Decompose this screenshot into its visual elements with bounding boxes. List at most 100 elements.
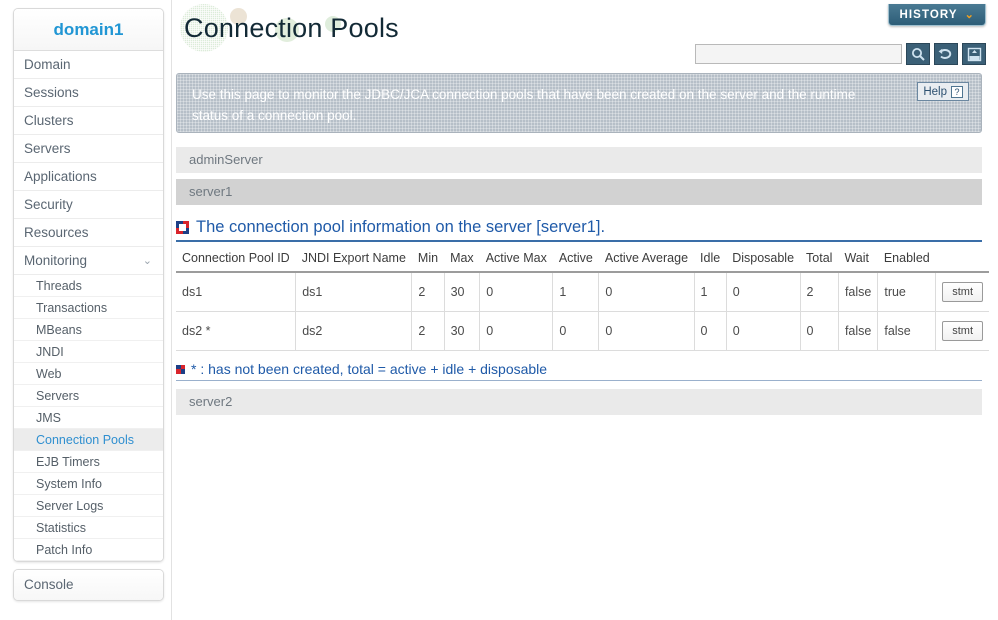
main-content: Connection Pools HISTORY ⌄ Use this page… bbox=[172, 0, 998, 620]
column-header-connection-pool-id: Connection Pool ID bbox=[176, 249, 296, 273]
sidebar-item-patch-info[interactable]: Patch Info bbox=[14, 539, 163, 561]
history-button-label: HISTORY bbox=[899, 8, 958, 21]
search-button[interactable] bbox=[906, 43, 930, 65]
refresh-icon bbox=[938, 48, 952, 59]
sidebar: domain1 Domain Sessions Clusters Servers… bbox=[0, 0, 172, 620]
square-marker-small-icon bbox=[176, 364, 185, 374]
sidebar-item-server-logs[interactable]: Server Logs bbox=[14, 495, 163, 517]
cell-jndi-export-name: ds1 bbox=[295, 272, 413, 312]
xml-export-button[interactable] bbox=[962, 43, 986, 65]
xml-export-icon bbox=[967, 47, 981, 61]
server-row-server1[interactable]: server1 bbox=[176, 179, 982, 205]
info-banner-text: Use this page to monitor the JDBC/JCA co… bbox=[192, 87, 856, 123]
brand-domain-label: domain1 bbox=[14, 9, 163, 51]
sidebar-item-security[interactable]: Security bbox=[14, 191, 163, 219]
cell-active-max: 0 bbox=[479, 311, 554, 351]
cell-disposable: 0 bbox=[726, 272, 801, 312]
sidebar-nav-card: domain1 Domain Sessions Clusters Servers… bbox=[13, 8, 164, 562]
cell-idle: 1 bbox=[694, 272, 727, 312]
sidebar-item-monitoring[interactable]: Monitoring ⌄ bbox=[14, 247, 163, 275]
sidebar-subitem-label: Threads bbox=[36, 279, 82, 293]
cell-active: 1 bbox=[552, 272, 600, 312]
sidebar-item-label: Domain bbox=[24, 57, 71, 72]
column-header-idle: Idle bbox=[694, 249, 727, 273]
cell-connection-pool-id: ds1 bbox=[176, 272, 297, 312]
server-row-server2[interactable]: server2 bbox=[176, 389, 982, 415]
cell-actions: stmt bbox=[935, 311, 989, 351]
page-header: Connection Pools HISTORY ⌄ bbox=[172, 0, 998, 70]
cell-disposable: 0 bbox=[726, 311, 801, 351]
sidebar-item-transactions[interactable]: Transactions bbox=[14, 297, 163, 319]
cell-active-max: 0 bbox=[479, 272, 554, 312]
column-header-active-average: Active Average bbox=[598, 249, 695, 273]
search-icon bbox=[911, 47, 925, 61]
sidebar-subitem-label: Statistics bbox=[36, 521, 87, 535]
chevron-down-icon: ⌄ bbox=[142, 255, 152, 267]
sidebar-item-servers[interactable]: Servers bbox=[14, 135, 163, 163]
sidebar-item-mbeans[interactable]: MBeans bbox=[14, 319, 163, 341]
cell-active-average: 0 bbox=[598, 272, 695, 312]
sidebar-item-sessions[interactable]: Sessions bbox=[14, 79, 163, 107]
column-header-enabled: Enabled bbox=[877, 249, 936, 273]
cell-total: 0 bbox=[800, 311, 839, 351]
table-body: ds1 ds1 2 30 0 1 0 1 0 2 false true stmt bbox=[176, 272, 989, 351]
cell-idle: 0 bbox=[694, 311, 727, 351]
page-title: Connection Pools bbox=[184, 13, 399, 43]
cell-actions: stmt bbox=[935, 272, 989, 312]
sidebar-subitem-label: JMS bbox=[36, 411, 61, 425]
sidebar-item-connection-pools[interactable]: Connection Pools bbox=[14, 429, 163, 451]
sidebar-item-statistics[interactable]: Statistics bbox=[14, 517, 163, 539]
sidebar-item-ejb-timers[interactable]: EJB Timers bbox=[14, 451, 163, 473]
refresh-button[interactable] bbox=[934, 43, 958, 65]
sidebar-subitem-label: Web bbox=[36, 367, 62, 381]
sidebar-item-monitoring-servers[interactable]: Servers bbox=[14, 385, 163, 407]
sidebar-item-jndi[interactable]: JNDI bbox=[14, 341, 163, 363]
sidebar-subitem-label: MBeans bbox=[36, 323, 82, 337]
sidebar-item-clusters[interactable]: Clusters bbox=[14, 107, 163, 135]
sidebar-subitem-label: Servers bbox=[36, 389, 80, 403]
server-name-label: server2 bbox=[189, 394, 233, 409]
sidebar-item-web[interactable]: Web bbox=[14, 363, 163, 385]
sidebar-item-threads[interactable]: Threads bbox=[14, 275, 163, 297]
stmt-button[interactable]: stmt bbox=[942, 321, 983, 341]
search-toolbar bbox=[695, 43, 986, 65]
column-header-max: Max bbox=[444, 249, 480, 273]
server-name-label: server1 bbox=[189, 184, 233, 199]
column-header-actions bbox=[935, 249, 989, 273]
column-header-min: Min bbox=[411, 249, 445, 273]
sidebar-subitem-label: Connection Pools bbox=[36, 433, 134, 447]
sidebar-item-resources[interactable]: Resources bbox=[14, 219, 163, 247]
sidebar-item-label: Applications bbox=[24, 169, 97, 184]
sidebar-subitem-label: EJB Timers bbox=[36, 455, 100, 469]
sidebar-item-jms[interactable]: JMS bbox=[14, 407, 163, 429]
table-header: Connection Pool ID JNDI Export Name Min … bbox=[176, 249, 989, 273]
info-banner: Use this page to monitor the JDBC/JCA co… bbox=[176, 73, 982, 133]
cell-total: 2 bbox=[800, 272, 839, 312]
stmt-button[interactable]: stmt bbox=[942, 282, 983, 302]
cell-max: 30 bbox=[444, 272, 481, 312]
sidebar-subitem-label: JNDI bbox=[36, 345, 64, 359]
sidebar-console-card: Console bbox=[13, 569, 164, 601]
server-row-adminserver[interactable]: adminServer bbox=[176, 147, 982, 173]
sidebar-item-console[interactable]: Console bbox=[14, 570, 163, 600]
search-input[interactable] bbox=[695, 44, 902, 64]
page-root: domain1 Domain Sessions Clusters Servers… bbox=[0, 0, 998, 620]
sidebar-item-applications[interactable]: Applications bbox=[14, 163, 163, 191]
cell-jndi-export-name: ds2 bbox=[295, 311, 413, 351]
column-header-disposable: Disposable bbox=[726, 249, 801, 273]
chevron-down-icon: ⌄ bbox=[964, 9, 975, 21]
sidebar-item-label: Resources bbox=[24, 225, 89, 240]
sidebar-item-system-info[interactable]: System Info bbox=[14, 473, 163, 495]
table-header-row: Connection Pool ID JNDI Export Name Min … bbox=[176, 249, 989, 273]
section-heading: The connection pool information on the s… bbox=[176, 218, 982, 242]
help-button[interactable]: Help ? bbox=[917, 82, 969, 101]
server-name-label: adminServer bbox=[189, 152, 263, 167]
help-button-label: Help bbox=[923, 85, 947, 98]
table-footnote: * : has not been created, total = active… bbox=[176, 361, 982, 381]
sidebar-item-label: Monitoring bbox=[24, 253, 88, 268]
column-header-wait: Wait bbox=[838, 249, 878, 273]
cell-wait: false bbox=[838, 272, 879, 312]
square-marker-icon bbox=[176, 221, 189, 234]
sidebar-item-domain[interactable]: Domain bbox=[14, 51, 163, 79]
history-button[interactable]: HISTORY ⌄ bbox=[888, 4, 986, 26]
